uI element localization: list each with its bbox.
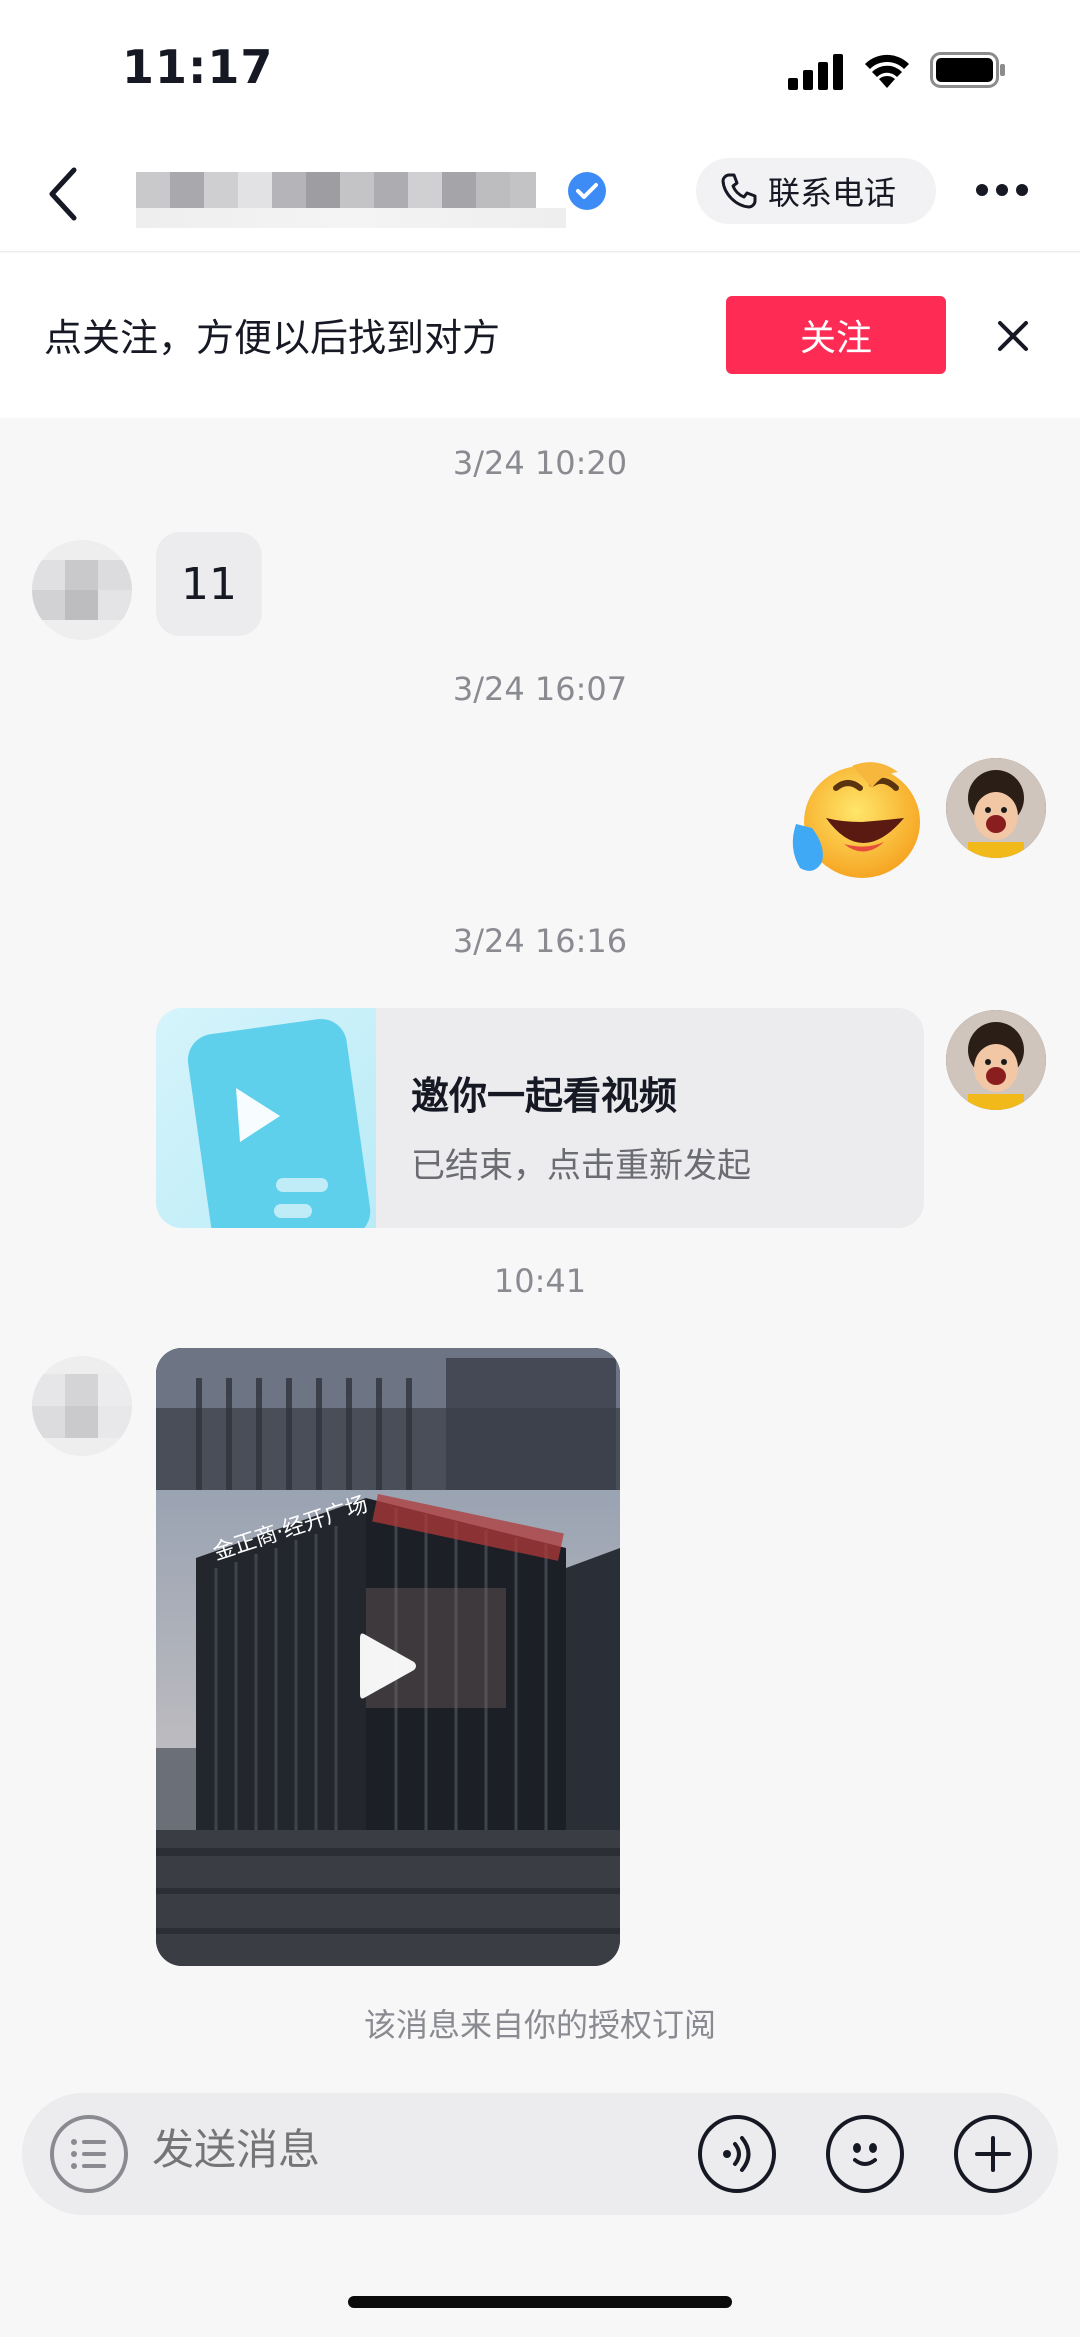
contact-name-blur <box>136 172 566 228</box>
voice-icon[interactable] <box>698 2115 776 2193</box>
watch-together-card[interactable]: 邀你一起看视频 已结束，点击重新发起 <box>156 1008 924 1228</box>
avatar[interactable] <box>32 1356 132 1456</box>
wifi-icon <box>865 54 909 88</box>
video-message[interactable]: 金正商·经开广场 <box>156 1348 620 1966</box>
play-icon[interactable] <box>356 1628 420 1704</box>
emoji-icon[interactable] <box>826 2115 904 2193</box>
message-timestamp: 3/24 16:07 <box>452 670 628 708</box>
message-bubble[interactable]: 11 <box>156 532 262 636</box>
contact-phone-button[interactable]: 联系电话 <box>696 158 936 224</box>
laughing-crying-emoji-icon[interactable] <box>786 758 926 882</box>
signal-icon <box>788 54 843 90</box>
menu-list-icon[interactable] <box>50 2115 128 2193</box>
avatar[interactable] <box>32 540 132 640</box>
message-timestamp: 3/24 10:20 <box>452 444 628 482</box>
subscription-note: 该消息来自你的授权订阅 <box>363 2006 716 2044</box>
follow-banner-text: 点关注，方便以后找到对方 <box>44 316 501 360</box>
watch-together-subtitle: 已结束，点击重新发起 <box>411 1146 751 1186</box>
status-time: 11:17 <box>122 40 274 94</box>
watch-together-title: 邀你一起看视频 <box>411 1074 678 1118</box>
follow-banner: 点关注，方便以后找到对方 关注 <box>0 253 1080 418</box>
phone-button-label: 联系电话 <box>768 174 897 212</box>
my-avatar[interactable] <box>946 1010 1046 1110</box>
close-icon[interactable] <box>996 319 1030 353</box>
phone-icon <box>721 173 757 209</box>
verified-badge-icon <box>568 172 606 210</box>
status-bar: 11:17 <box>0 0 1080 140</box>
back-icon[interactable] <box>44 164 84 224</box>
add-icon[interactable] <box>954 2115 1032 2193</box>
message-input[interactable] <box>152 2125 652 2174</box>
message-input-bar <box>22 2093 1058 2215</box>
home-indicator <box>348 2296 732 2308</box>
watch-together-thumbnail <box>156 1008 376 1228</box>
message-timestamp: 3/24 16:16 <box>452 922 628 960</box>
follow-button[interactable]: 关注 <box>726 296 946 374</box>
message-timestamp: 10:41 <box>493 1262 587 1300</box>
battery-icon <box>930 52 1005 88</box>
my-avatar[interactable] <box>946 758 1046 858</box>
more-icon[interactable] <box>974 178 1030 202</box>
